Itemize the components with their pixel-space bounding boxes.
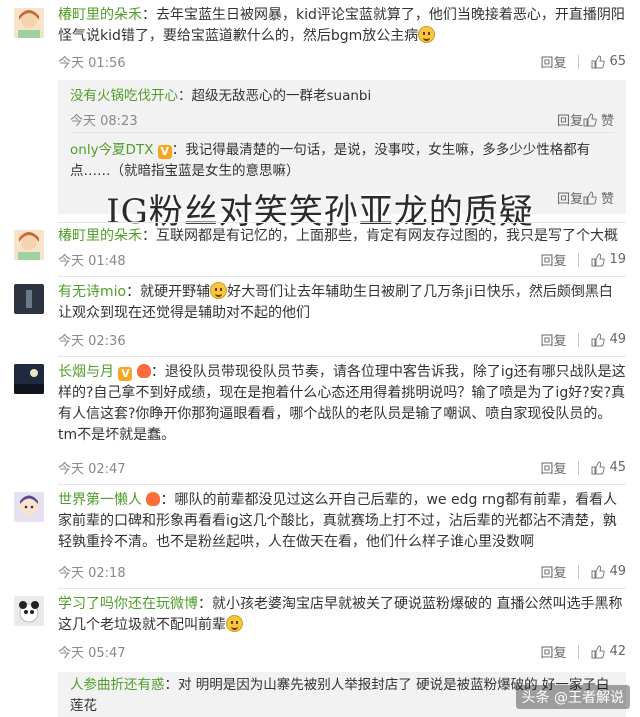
- divider: [58, 588, 626, 589]
- comment-2: 椿町里的朵禾：互联网都是有记忆的，上面那些，肯定有网友存过图的，我只是写了个大概…: [0, 222, 640, 274]
- like-button[interactable]: 49: [591, 564, 626, 579]
- comment-time: 今天 01:56: [58, 56, 126, 71]
- divider: [70, 132, 614, 133]
- avatar[interactable]: [14, 284, 44, 314]
- username-link[interactable]: 没有火锅吃伐开心: [70, 88, 178, 104]
- like-button[interactable]: 42: [591, 644, 626, 659]
- comment-4: 长烟与月 V ：退役队员带现役队员节奏，请各位理中客告诉我，除了ig还有哪只战队…: [0, 356, 640, 480]
- username-link[interactable]: 椿町里的朵禾: [58, 228, 142, 244]
- reply-button[interactable]: 回复: [540, 642, 566, 661]
- like-count: 19: [609, 252, 626, 267]
- comment-actions: 回复 49: [540, 330, 626, 349]
- like-count: 49: [609, 564, 626, 579]
- thumbs-up-icon: [583, 112, 597, 126]
- comment-actions: 回复 42: [540, 642, 626, 661]
- divider: [578, 644, 580, 659]
- like-count: 49: [609, 332, 626, 347]
- reply-button[interactable]: 回复: [540, 562, 566, 581]
- reply-button[interactable]: 回复: [540, 250, 566, 269]
- username-link[interactable]: 学习了吗你还在玩微博: [58, 596, 198, 612]
- divider: [58, 276, 626, 277]
- thumbs-up-icon: [591, 54, 606, 68]
- reply-button[interactable]: 回复: [557, 110, 583, 129]
- comment-text: 长烟与月 V ：退役队员带现役队员节奏，请各位理中客告诉我，除了ig还有哪只战队…: [58, 364, 626, 443]
- smile-emoji-icon: [226, 615, 243, 632]
- avatar[interactable]: [14, 492, 44, 522]
- comment-text: 世界第一懒人 ：哪队的前辈都没见过这么开自己后辈的，we edg rng都有前辈…: [58, 492, 618, 550]
- thumbs-up-icon: [591, 332, 606, 346]
- comment-text: 有无诗mio：就硬开野辅 好大哥们让去年辅助生日被刷了几万条ji日快乐，然后颇倒黑…: [58, 282, 613, 321]
- avatar[interactable]: [14, 596, 44, 626]
- username-link[interactable]: only今夏DTX: [70, 142, 153, 158]
- divider: [58, 222, 626, 223]
- username-link[interactable]: 长烟与月: [58, 364, 114, 380]
- divider: [578, 252, 580, 267]
- comment-actions: 回复 45: [540, 458, 626, 477]
- comment-time: 今天 01:48: [58, 254, 126, 269]
- grin-emoji-icon: [210, 282, 228, 299]
- reply-time: 今天 08:23: [70, 114, 138, 129]
- avatar[interactable]: [14, 230, 44, 260]
- divider: [578, 332, 580, 347]
- like-count: 42: [609, 644, 626, 659]
- comment-text: 椿町里的朵禾：互联网都是有记忆的，上面那些，肯定有网友存过图的，我只是写了个大概: [58, 228, 618, 244]
- comment-text: 椿町里的朵禾：去年宝蓝生日被网暴，kid评论宝蓝就算了，他们当晚接着恶心，开直播…: [58, 7, 625, 44]
- divider: [578, 54, 580, 69]
- fire-badge-icon: [146, 492, 161, 506]
- username-link[interactable]: 人参曲折还有惑: [70, 677, 165, 693]
- reply-actions: 回复 赞: [557, 110, 614, 129]
- divider: [58, 356, 626, 357]
- smile-emoji-icon: [418, 26, 436, 43]
- comment-time: 今天 02:18: [58, 566, 126, 581]
- divider: [578, 564, 580, 579]
- like-count: 45: [609, 460, 626, 475]
- thumbs-up-icon: [591, 252, 606, 266]
- like-button[interactable]: 19: [591, 252, 626, 267]
- like-button[interactable]: 赞: [583, 110, 614, 129]
- reply-button[interactable]: 回复: [540, 52, 566, 71]
- like-button[interactable]: 49: [591, 332, 626, 347]
- avatar[interactable]: [14, 364, 44, 394]
- watermark: 头条 @王者解说: [515, 685, 630, 709]
- comment-actions: 回复 49: [540, 562, 626, 581]
- reply-button[interactable]: 回复: [540, 458, 566, 477]
- like-count: 65: [609, 54, 626, 69]
- comment-actions: 回复 19: [540, 250, 626, 269]
- comment-time: 今天 02:47: [58, 462, 126, 477]
- thumbs-up-icon: [591, 644, 606, 658]
- reply-text: 没有火锅吃伐开心：超级无敌恶心的一群老suanbi: [70, 88, 372, 104]
- thumbs-up-icon: [591, 460, 606, 474]
- thumbs-up-icon: [591, 564, 606, 578]
- verified-badge-icon: V: [157, 145, 172, 159]
- like-button[interactable]: 65: [591, 54, 626, 69]
- comment-text: 学习了吗你还在玩微博：就小孩老婆淘宝店早就被关了硬说蓝粉爆破的 直播公然叫选手黑…: [58, 596, 623, 633]
- like-button[interactable]: 45: [591, 460, 626, 475]
- reply-text: only今夏DTX V ：我记得最清楚的一句话，是说，没事哎，女生嘛，多多少少性格…: [70, 142, 591, 179]
- comment-5: 世界第一懒人 ：哪队的前辈都没见过这么开自己后辈的，we edg rng都有前辈…: [0, 484, 640, 582]
- username-link[interactable]: 椿町里的朵禾: [58, 7, 142, 23]
- avatar[interactable]: [14, 8, 44, 38]
- comment-time: 今天 02:36: [58, 334, 126, 349]
- divider: [58, 484, 626, 485]
- fire-badge-icon: [136, 364, 151, 378]
- divider: [578, 460, 580, 475]
- username-link[interactable]: 有无诗mio: [58, 284, 126, 300]
- username-link[interactable]: 世界第一懒人: [58, 492, 142, 508]
- comment-3: 有无诗mio：就硬开野辅 好大哥们让去年辅助生日被刷了几万条ji日快乐，然后颇倒黑…: [0, 276, 640, 352]
- comment-actions: 回复 65: [540, 52, 626, 71]
- comment-time: 今天 05:47: [58, 646, 126, 661]
- verified-badge-icon: V: [118, 367, 133, 381]
- reply-button[interactable]: 回复: [540, 330, 566, 349]
